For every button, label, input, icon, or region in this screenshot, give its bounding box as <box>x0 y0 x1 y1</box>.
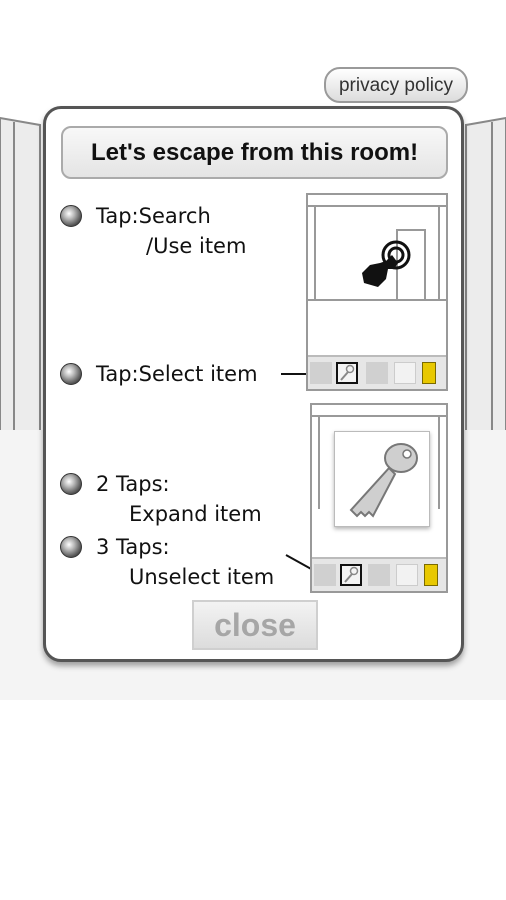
help-dialog: Let's escape from this room! Tap:Search … <box>43 106 464 662</box>
key-icon <box>340 364 355 381</box>
tap-hand-icon <box>362 240 411 287</box>
instruction-use-item: /Use item <box>146 234 247 258</box>
item-bar <box>312 557 446 591</box>
close-button[interactable]: close <box>192 600 318 650</box>
expand-illustration <box>310 403 448 593</box>
item-bar <box>308 355 446 389</box>
bullet-icon <box>60 473 82 495</box>
instruction-tap-search: Tap:Search <box>96 204 211 228</box>
privacy-policy-button[interactable]: privacy policy <box>324 67 468 103</box>
instruction-three-taps: 3 Taps: <box>96 535 170 559</box>
expanded-item-view <box>334 431 430 527</box>
search-illustration <box>306 193 448 391</box>
instruction-expand-item: Expand item <box>129 502 262 526</box>
dialog-title: Let's escape from this room! <box>61 126 448 179</box>
instruction-two-taps: 2 Taps: <box>96 472 170 496</box>
key-icon <box>344 566 359 583</box>
battery-icon <box>422 362 436 384</box>
selected-item-slot <box>336 362 358 384</box>
instruction-tap-select: Tap:Select item <box>96 362 258 386</box>
instruction-unselect-item: Unselect item <box>129 565 275 589</box>
paper-icon <box>396 564 418 586</box>
bullet-icon <box>60 205 82 227</box>
battery-icon <box>424 564 438 586</box>
selected-item-slot <box>340 564 362 586</box>
bullet-icon <box>60 363 82 385</box>
paper-icon <box>394 362 416 384</box>
key-icon <box>349 443 418 518</box>
bullet-icon <box>60 536 82 558</box>
